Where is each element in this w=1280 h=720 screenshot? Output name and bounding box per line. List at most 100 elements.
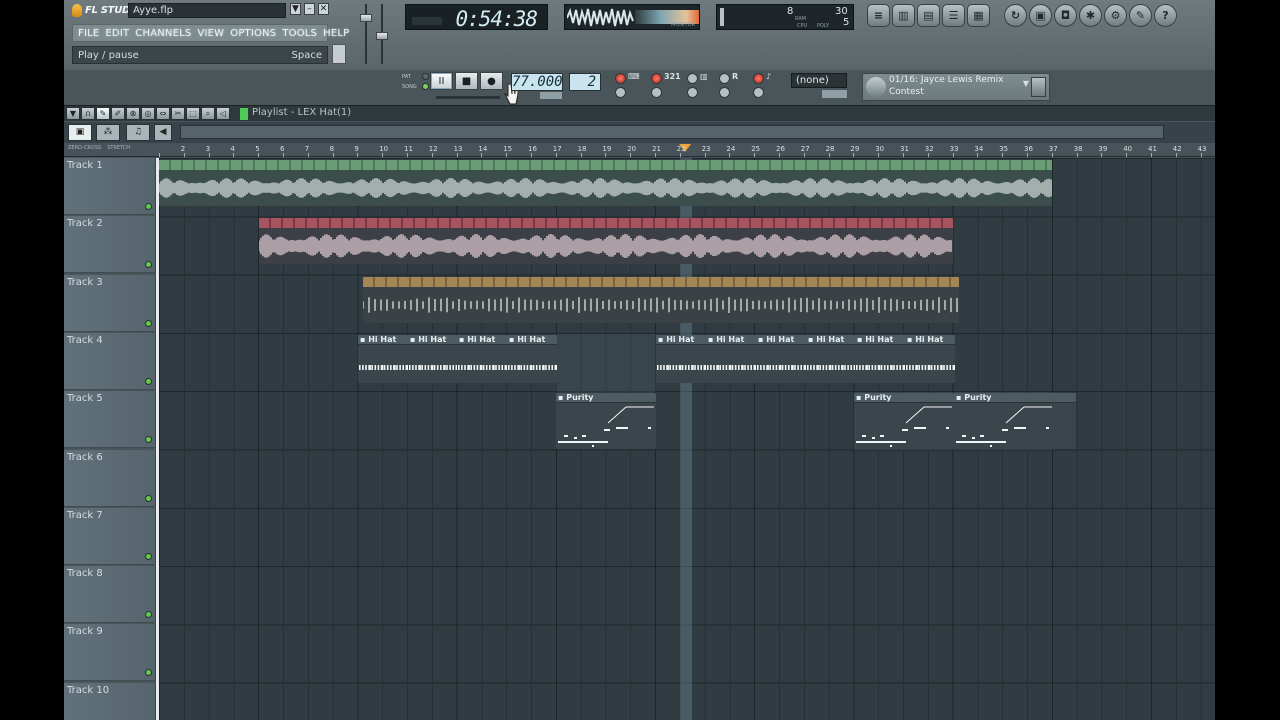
pattern-view-button[interactable]: ⁂ (96, 124, 120, 141)
track-header[interactable]: Track 7 (64, 507, 156, 565)
tempo-fine-control[interactable] (540, 92, 562, 99)
playback-icon[interactable]: ◁ (216, 107, 230, 120)
hi-hat-pattern-clip[interactable]: ▪ Hi Hat (806, 334, 856, 383)
mute-icon[interactable]: ◎ (141, 107, 155, 120)
snap-selector[interactable]: (none) (791, 73, 847, 88)
hi-hat-pattern-clip[interactable]: ▪ Hi Hat (358, 334, 408, 383)
hi-hat-pattern-clip[interactable]: ▪ Hi Hat (706, 334, 756, 383)
menu-channels[interactable]: CHANNELS (135, 28, 191, 39)
track-header[interactable]: Track 4 (64, 332, 156, 390)
settings-icon[interactable]: ✎ (1129, 4, 1152, 27)
track-header[interactable]: Track 2 (64, 216, 156, 274)
multilink-toggle-icon[interactable] (719, 87, 730, 98)
wait-input-toggle-icon[interactable] (687, 73, 698, 84)
fader-handle[interactable] (360, 14, 372, 22)
track-enable-led-icon[interactable] (145, 669, 152, 677)
note-view-button[interactable]: ♫ (126, 124, 150, 141)
track-header[interactable]: Track 6 (64, 449, 156, 507)
loop-record-toggle-icon[interactable] (687, 87, 698, 98)
paint-icon[interactable]: ✐ (111, 107, 125, 120)
waveform-monitor[interactable]: MONITOR (564, 4, 700, 30)
track-enable-led-icon[interactable] (145, 611, 152, 619)
project-name[interactable]: Ayye.flp (128, 3, 286, 18)
chevron-down-icon[interactable]: ▼ (1023, 79, 1029, 88)
hi-hat-pattern-clip[interactable]: ▪ Hi Hat (756, 334, 806, 383)
horizontal-scrollbar[interactable] (180, 125, 1164, 139)
purity-pattern-clip[interactable]: ▪ Purity (854, 393, 954, 450)
playlist-icon[interactable]: ≡ (867, 4, 890, 27)
track-header[interactable]: Track 3 (64, 274, 156, 332)
track-header[interactable]: Track 10 (64, 682, 156, 720)
project-info-panel[interactable]: 01/16: Jayce Lewis Remix Contest ▼ (862, 73, 1050, 101)
hi-hat-pattern-clip[interactable]: ▪ Hi Hat (656, 334, 706, 383)
track-header[interactable]: Track 1 (64, 158, 156, 215)
clip-header[interactable] (259, 218, 953, 229)
playlist-view-button[interactable]: ▣ (68, 124, 92, 141)
track-header[interactable]: Track 9 (64, 624, 156, 682)
hi-hat-pattern-clip[interactable]: ▪ Hi Hat (457, 334, 507, 383)
zoom-icon[interactable]: ⌕ (201, 107, 215, 120)
channel-rack-icon[interactable]: ▤ (917, 4, 940, 27)
song-time-display[interactable]: 0:54:38 (405, 4, 548, 31)
stop-button[interactable]: ■ (455, 72, 478, 90)
snap-mode-control[interactable] (822, 90, 847, 98)
record-button[interactable]: ● (480, 72, 503, 90)
typing-keyboard-toggle-icon[interactable] (615, 73, 626, 84)
track-enable-led-icon[interactable] (145, 377, 152, 385)
hi-hat-pattern-clip[interactable]: ▪ Hi Hat (408, 334, 458, 383)
track-enable-led-icon[interactable] (145, 552, 152, 560)
close-button[interactable]: ✕ (318, 3, 329, 15)
save-icon[interactable]: ▣ (1029, 4, 1052, 27)
play-pause-button[interactable]: II (430, 72, 453, 90)
audio-clip[interactable] (259, 218, 953, 265)
audio-clip[interactable] (159, 160, 1052, 206)
menu-help[interactable]: HELP (323, 28, 349, 39)
stretch-option[interactable]: STRETCH (107, 145, 130, 151)
hint-bar-toggle[interactable] (332, 44, 346, 64)
step-edit-toggle-icon[interactable] (651, 73, 662, 84)
purity-pattern-clip[interactable]: ▪ Purity (556, 393, 656, 450)
hi-hat-pattern-clip[interactable]: ▪ Hi Hat (905, 334, 955, 383)
menu-options[interactable]: OPTIONS (230, 28, 276, 39)
purity-pattern-clip[interactable]: ▪ Purity (954, 393, 1076, 450)
track-enable-led-icon[interactable] (145, 203, 152, 210)
master-pitch-fader[interactable] (376, 4, 388, 64)
song-led[interactable] (422, 83, 429, 90)
mixer-link-toggle-icon[interactable] (753, 87, 764, 98)
track-enable-led-icon[interactable] (145, 494, 152, 502)
help-icon[interactable]: ? (1154, 4, 1177, 27)
pat-song-switch[interactable]: PAT SONG (402, 72, 429, 94)
magnet-icon[interactable]: ∩ (81, 107, 95, 120)
clip-header[interactable] (363, 276, 959, 287)
window-menu-button[interactable]: ▼ (290, 3, 301, 15)
track-enable-led-icon[interactable] (145, 436, 152, 444)
slip-icon[interactable]: ⇔ (156, 107, 170, 120)
menu-view[interactable]: VIEW (197, 28, 224, 39)
piano-roll-icon[interactable]: ▥ (892, 4, 915, 27)
playlist-title[interactable]: Playlist - LEX Hat(1) (252, 107, 351, 118)
recording-toggle-icon[interactable] (719, 73, 730, 84)
delete-icon[interactable]: ⊗ (126, 107, 140, 120)
hi-hat-pattern-clip[interactable]: ▪ Hi Hat (507, 334, 557, 383)
track-header[interactable]: Track 8 (64, 566, 156, 624)
bar-ruler[interactable]: 2 3 4 5 6 7 8 9 10 11 12 13 14 15 16 17 18 19 20 21 22 23 24 25… (159, 143, 1215, 157)
menu-tools[interactable]: TOOLS (282, 28, 317, 39)
mixer-icon[interactable]: ☰ (942, 4, 965, 27)
menu-file[interactable]: FILE (78, 28, 99, 39)
track-header[interactable]: Track 5 (64, 391, 156, 449)
menu-edit[interactable]: EDIT (105, 28, 129, 39)
undo-icon[interactable]: ↻ (1004, 4, 1027, 27)
playlist-menu-icon[interactable]: ▼ (66, 107, 80, 120)
plugin-icon[interactable]: ✱ (1079, 4, 1102, 27)
clip-header[interactable] (159, 160, 1052, 170)
minimize-button[interactable]: – (304, 3, 315, 15)
select-icon[interactable]: ⬚ (186, 107, 200, 120)
blend-notes-toggle-icon[interactable] (651, 87, 662, 98)
zero-cross-option[interactable]: ZERO-CROSS (68, 145, 101, 151)
info-next-button[interactable] (1031, 77, 1046, 97)
metronome-toggle-icon[interactable] (615, 87, 626, 98)
pattern-selector[interactable]: 2 (569, 73, 601, 91)
fader-handle[interactable] (376, 32, 388, 40)
master-volume-fader[interactable] (360, 4, 372, 64)
track-enable-led-icon[interactable] (145, 261, 152, 269)
